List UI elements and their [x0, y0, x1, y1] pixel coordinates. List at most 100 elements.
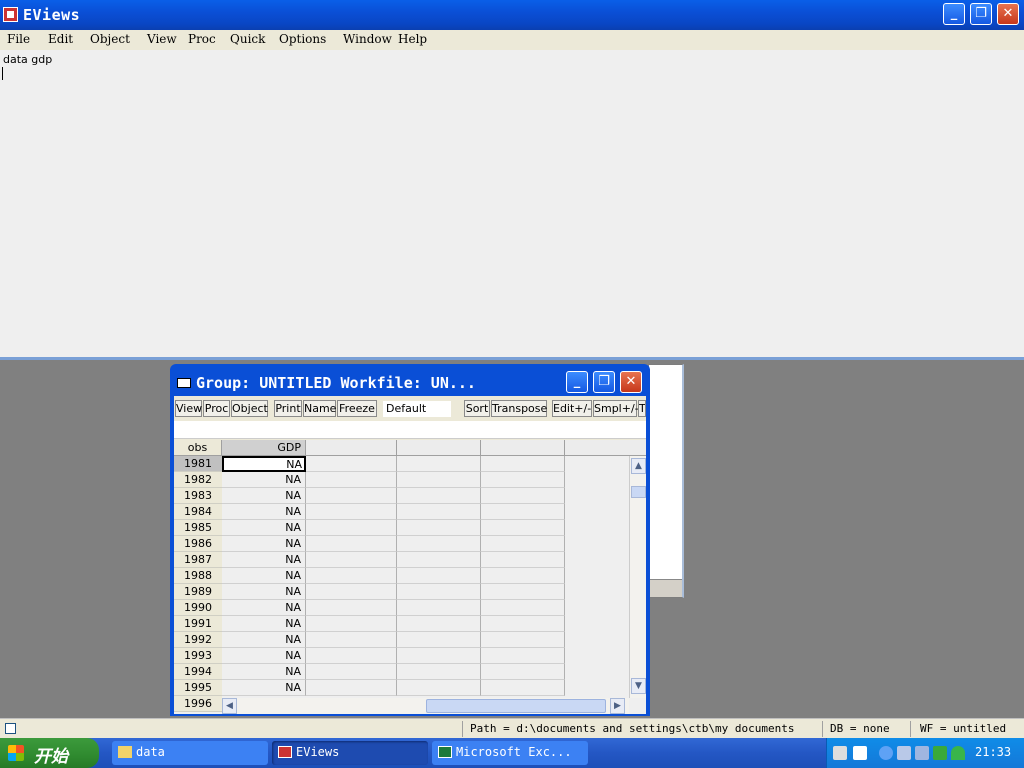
obs-cell[interactable]: 1987	[174, 552, 222, 568]
group-window[interactable]: Group: UNTITLED Workfile: UN... _ ❐ ✕ Vi…	[170, 364, 650, 716]
obs-cell[interactable]: 1983	[174, 488, 222, 504]
gdp-cell[interactable]: NA	[222, 632, 306, 648]
empty-cell[interactable]	[306, 616, 397, 632]
menu-view[interactable]: View	[147, 32, 177, 46]
obs-cell[interactable]: 1981	[174, 456, 222, 472]
empty-cell[interactable]	[397, 536, 481, 552]
empty-cell[interactable]	[306, 680, 397, 696]
data-table[interactable]: obs GDP 1981 NA 1982 NA 1983 NA 1984 NA …	[174, 440, 646, 714]
empty-cell[interactable]	[306, 456, 397, 472]
obs-column-header[interactable]: obs	[174, 440, 222, 456]
name-button[interactable]: Name	[303, 400, 336, 417]
gdp-cell[interactable]: NA	[222, 552, 306, 568]
menu-quick[interactable]: Quick	[230, 32, 265, 46]
table-row[interactable]: 1993 NA	[174, 648, 629, 664]
maximize-button[interactable]: ❐	[970, 3, 992, 25]
empty-cell[interactable]	[481, 536, 565, 552]
background-window[interactable]	[648, 364, 684, 598]
gdp-cell[interactable]: NA	[222, 472, 306, 488]
table-row[interactable]: 1994 NA	[174, 664, 629, 680]
horizontal-scroll-thumb[interactable]	[426, 699, 606, 713]
gdp-cell[interactable]: NA	[222, 600, 306, 616]
empty-cell[interactable]	[481, 568, 565, 584]
vertical-scroll-thumb[interactable]	[631, 486, 646, 498]
empty-cell[interactable]	[306, 632, 397, 648]
gdp-cell[interactable]: NA	[222, 456, 306, 472]
close-button[interactable]: ✕	[997, 3, 1019, 25]
empty-cell[interactable]	[397, 632, 481, 648]
menu-window[interactable]: Window	[343, 32, 392, 46]
start-button[interactable]: 开始	[0, 738, 99, 768]
scroll-right-icon[interactable]: ▶	[610, 698, 625, 714]
gdp-cell[interactable]: NA	[222, 648, 306, 664]
vertical-scrollbar[interactable]: ▲ ▼	[629, 456, 646, 698]
empty-column-header[interactable]	[565, 440, 646, 456]
obs-cell[interactable]: 1984	[174, 504, 222, 520]
empty-cell[interactable]	[481, 456, 565, 472]
obs-cell[interactable]: 1985	[174, 520, 222, 536]
empty-cell[interactable]	[397, 648, 481, 664]
menu-file[interactable]: File	[7, 32, 30, 46]
scroll-up-icon[interactable]: ▲	[631, 458, 646, 474]
empty-cell[interactable]	[306, 600, 397, 616]
obs-cell[interactable]: 1989	[174, 584, 222, 600]
empty-cell[interactable]	[397, 664, 481, 680]
minimize-button[interactable]: _	[943, 3, 965, 25]
empty-cell[interactable]	[397, 456, 481, 472]
obs-cell[interactable]: 1993	[174, 648, 222, 664]
gdp-cell[interactable]: NA	[222, 488, 306, 504]
transpose-button[interactable]: Transpose	[491, 400, 547, 417]
empty-cell[interactable]	[306, 472, 397, 488]
obs-cell[interactable]: 1995	[174, 680, 222, 696]
menu-object[interactable]: Object	[90, 32, 130, 46]
gdp-cell[interactable]: NA	[222, 680, 306, 696]
table-row[interactable]: 1985 NA	[174, 520, 629, 536]
truncated-toolbar-button[interactable]: T	[638, 400, 646, 417]
command-text[interactable]: data gdp	[3, 53, 52, 66]
view-button[interactable]: View	[175, 400, 202, 417]
display-format-combo[interactable]: Default	[383, 401, 451, 417]
proc-button[interactable]: Proc	[203, 400, 230, 417]
empty-cell[interactable]	[306, 504, 397, 520]
table-row[interactable]: 1983 NA	[174, 488, 629, 504]
empty-cell[interactable]	[397, 584, 481, 600]
empty-cell[interactable]	[481, 632, 565, 648]
empty-cell[interactable]	[481, 584, 565, 600]
empty-cell[interactable]	[481, 648, 565, 664]
umbrella-icon[interactable]	[951, 746, 965, 760]
empty-column-header[interactable]	[306, 440, 397, 456]
empty-cell[interactable]	[397, 568, 481, 584]
obs-cell[interactable]: 1992	[174, 632, 222, 648]
chevron-left-icon[interactable]	[879, 746, 893, 760]
cell-edit-strip[interactable]	[174, 421, 646, 439]
empty-cell[interactable]	[481, 488, 565, 504]
group-maximize-button[interactable]: ❐	[593, 371, 615, 393]
table-row[interactable]: 1982 NA	[174, 472, 629, 488]
empty-cell[interactable]	[306, 584, 397, 600]
empty-cell[interactable]	[397, 488, 481, 504]
empty-cell[interactable]	[306, 648, 397, 664]
empty-cell[interactable]	[397, 552, 481, 568]
menu-options[interactable]: Options	[279, 32, 326, 46]
app-title-bar[interactable]: EViews _ ❐ ✕	[0, 0, 1024, 30]
obs-cell[interactable]: 1986	[174, 536, 222, 552]
empty-cell[interactable]	[481, 552, 565, 568]
keyboard-icon[interactable]	[833, 746, 847, 760]
menu-proc[interactable]: Proc	[188, 32, 216, 46]
empty-column-header[interactable]	[481, 440, 565, 456]
group-close-button[interactable]: ✕	[620, 371, 642, 393]
obs-cell[interactable]: 1988	[174, 568, 222, 584]
group-minimize-button[interactable]: _	[566, 371, 588, 393]
table-row[interactable]: 1986 NA	[174, 536, 629, 552]
table-row[interactable]: 1987 NA	[174, 552, 629, 568]
empty-cell[interactable]	[306, 664, 397, 680]
security-shield-icon[interactable]	[933, 746, 947, 760]
empty-cell[interactable]	[481, 664, 565, 680]
freeze-button[interactable]: Freeze	[337, 400, 377, 417]
empty-cell[interactable]	[397, 504, 481, 520]
object-button[interactable]: Object	[231, 400, 268, 417]
obs-cell[interactable]: 1996	[174, 696, 222, 712]
empty-column-header[interactable]	[397, 440, 481, 456]
menu-edit[interactable]: Edit	[48, 32, 73, 46]
status-checkbox[interactable]	[5, 723, 16, 734]
